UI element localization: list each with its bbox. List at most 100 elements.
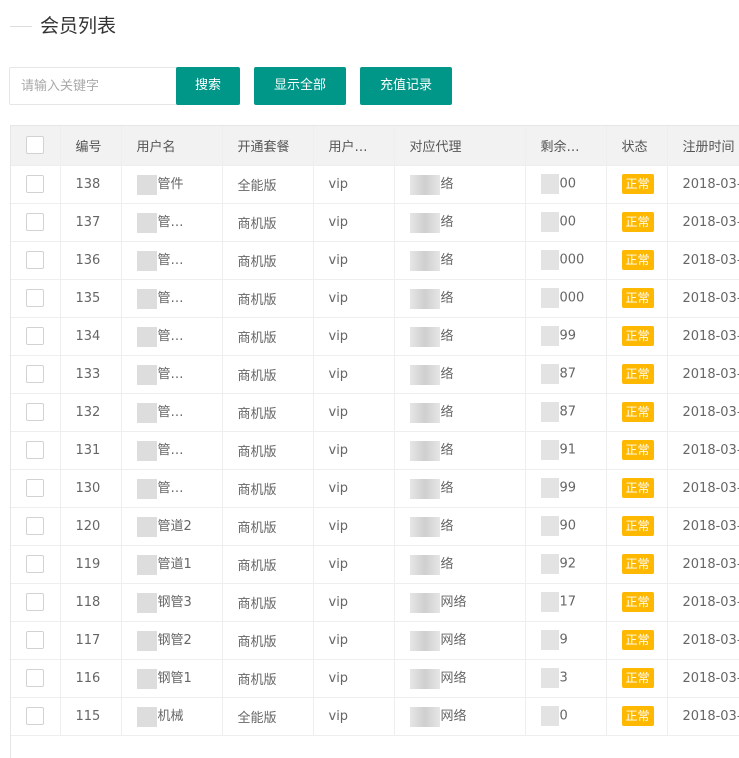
cell-id: 130 [60,469,122,508]
table-row[interactable]: 136 管… 商机版 vip 络 000 正常 2018-03- [11,241,739,280]
cell-balance: 0 [525,697,607,736]
cell-agent: 网络 [394,697,526,736]
username-text: 管… [157,215,184,231]
cell-username: 钢管3 [121,583,223,622]
cell-username: 管… [121,355,223,394]
cell-id: 133 [60,355,122,394]
table-row[interactable]: 135 管… 商机版 vip 络 000 正常 2018-03- [11,279,739,318]
row-select-cell [11,659,61,698]
agent-text: 络 [440,519,454,535]
cell-balance: 90 [525,507,607,546]
username-text: 管件 [157,177,184,193]
col-header-balance[interactable]: 剩余… [525,126,607,166]
row-checkbox[interactable] [26,365,45,383]
row-checkbox[interactable] [26,555,45,573]
col-header-plan[interactable]: 开通套餐 [222,126,314,166]
row-checkbox[interactable] [26,517,45,535]
cell-username: 管道2 [121,507,223,546]
row-checkbox[interactable] [26,251,45,269]
cell-agent: 络 [394,279,526,318]
member-table: 编号 用户名 开通套餐 用户… 对应代理 剩余… 状态 注册时间 138 管件 全能… [11,126,739,736]
cell-register-time: 2018-03- [667,621,739,660]
cell-balance: 000 [525,279,607,318]
agent-text: 络 [440,215,454,231]
cell-plan: 商机版 [222,545,314,584]
row-checkbox[interactable] [26,479,45,497]
cell-agent: 络 [394,469,526,508]
cell-username: 管… [121,393,223,432]
agent-text: 络 [440,443,454,459]
row-select-cell [11,165,61,204]
status-badge: 正常 [621,668,654,688]
status-badge: 正常 [621,402,654,422]
table-row[interactable]: 134 管… 商机版 vip 络 99 正常 2018-03- [11,317,739,356]
redacted-block [540,326,559,346]
cell-username: 管… [121,241,223,280]
row-checkbox[interactable] [26,441,45,459]
col-header-id[interactable]: 编号 [60,126,122,166]
cell-plan: 商机版 [222,507,314,546]
redacted-block [136,402,157,423]
cell-balance: 000 [525,241,607,280]
search-input[interactable] [9,67,182,105]
table-row[interactable]: 119 管道1 商机版 vip 络 92 正常 2018-03- [11,545,739,584]
username-text: 钢管3 [157,595,192,611]
row-select-cell [11,697,61,736]
search-button[interactable]: 搜索 [176,67,240,105]
col-header-user-type[interactable]: 用户… [313,126,395,166]
table-row[interactable]: 133 管… 商机版 vip 络 87 正常 2018-03- [11,355,739,394]
recharge-records-button[interactable]: 充值记录 [360,67,452,105]
cell-balance: 3 [525,659,607,698]
table-row[interactable]: 116 钢管1 商机版 vip 网络 3 正常 2018-03- [11,659,739,698]
row-checkbox[interactable] [26,213,45,231]
table-row[interactable]: 131 管… 商机版 vip 络 91 正常 2018-03- [11,431,739,470]
table-row[interactable]: 118 钢管3 商机版 vip 网络 17 正常 2018-03- [11,583,739,622]
row-checkbox[interactable] [26,631,45,649]
row-select-cell [11,279,61,318]
cell-register-time: 2018-03- [667,583,739,622]
cell-user-type: vip [313,279,395,318]
row-checkbox[interactable] [26,289,45,307]
cell-status: 正常 [606,203,668,242]
cell-plan: 商机版 [222,241,314,280]
col-header-agent[interactable]: 对应代理 [394,126,526,166]
table-row[interactable]: 137 管… 商机版 vip 络 00 正常 2018-03- [11,203,739,242]
cell-agent: 网络 [394,621,526,660]
cell-username: 管… [121,469,223,508]
redacted-block [136,174,157,195]
agent-text: 络 [440,481,454,497]
table-row[interactable]: 120 管道2 商机版 vip 络 90 正常 2018-03- [11,507,739,546]
row-checkbox[interactable] [26,669,45,687]
cell-username: 管… [121,279,223,318]
cell-user-type: vip [313,165,395,204]
table-row[interactable]: 132 管… 商机版 vip 络 87 正常 2018-03- [11,393,739,432]
row-checkbox[interactable] [26,593,45,611]
table-row[interactable]: 117 钢管2 商机版 vip 网络 9 正常 2018-03- [11,621,739,660]
member-table-container[interactable]: 编号 用户名 开通套餐 用户… 对应代理 剩余… 状态 注册时间 138 管件 全能… [10,125,739,758]
cell-agent: 络 [394,431,526,470]
cell-plan: 商机版 [222,355,314,394]
redacted-block [540,592,559,612]
status-badge: 正常 [621,326,654,346]
cell-status: 正常 [606,431,668,470]
row-checkbox[interactable] [26,707,45,725]
cell-register-time: 2018-03- [667,697,739,736]
cell-status: 正常 [606,507,668,546]
col-header-username[interactable]: 用户名 [121,126,223,166]
show-all-button[interactable]: 显示全部 [254,67,346,105]
select-all-checkbox[interactable] [26,136,45,155]
row-checkbox[interactable] [26,327,45,345]
row-checkbox[interactable] [26,403,45,421]
table-row[interactable]: 115 机械 全能版 vip 网络 0 正常 2018-03- [11,697,739,736]
row-checkbox[interactable] [26,175,45,193]
cell-balance: 87 [525,355,607,394]
cell-plan: 商机版 [222,393,314,432]
table-row[interactable]: 130 管… 商机版 vip 络 99 正常 2018-03- [11,469,739,508]
agent-text: 网络 [440,633,467,649]
table-row[interactable]: 138 管件 全能版 vip 络 00 正常 2018-03- [11,165,739,204]
agent-text: 络 [440,367,454,383]
redacted-block [540,288,559,308]
col-header-status[interactable]: 状态 [606,126,668,166]
redacted-block [136,592,157,613]
col-header-register-time[interactable]: 注册时间 [667,126,739,166]
